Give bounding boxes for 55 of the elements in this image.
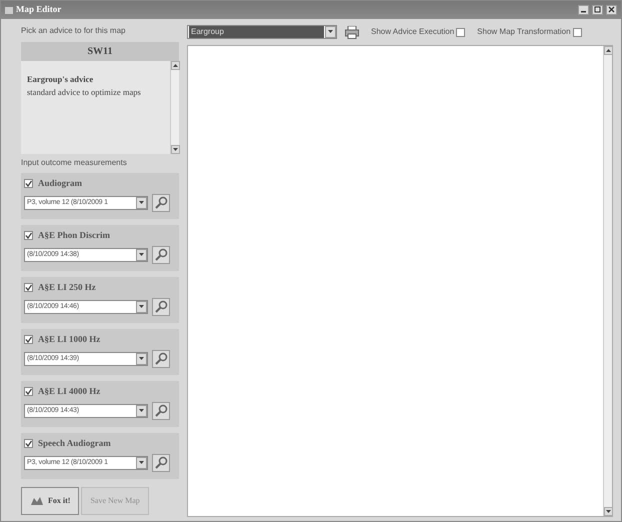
- checkmark-icon: [25, 336, 32, 344]
- checkmark-icon: [25, 388, 32, 396]
- measurement-name: A§E LI 1000 Hz: [38, 332, 100, 346]
- fix-button[interactable]: Fox it!: [21, 487, 80, 515]
- app-icon: [5, 6, 13, 14]
- measurement-name: A§E LI 250 Hz: [38, 280, 96, 294]
- search-button[interactable]: [152, 454, 170, 472]
- measurement-name: Speech Audiogram: [38, 436, 111, 450]
- caret-down-icon[interactable]: [138, 354, 145, 362]
- advice-header: SW11: [21, 42, 179, 61]
- checkbox[interactable]: [24, 178, 33, 188]
- maximize-button[interactable]: [592, 5, 603, 15]
- search-button[interactable]: [152, 246, 170, 264]
- option-label: Show Advice Execution: [371, 26, 454, 38]
- advice-label: Pick an advice to for this map: [21, 25, 126, 37]
- checkmark-icon: [25, 180, 32, 188]
- checkmark-icon: [25, 284, 32, 292]
- search-button[interactable]: [152, 402, 170, 420]
- caret-down-icon[interactable]: [138, 302, 145, 310]
- caret-down-icon[interactable]: [605, 508, 612, 515]
- checkbox[interactable]: [572, 28, 582, 36]
- scrollbar[interactable]: [170, 61, 179, 154]
- checkmark-icon: [25, 232, 32, 240]
- caret-down-icon[interactable]: [138, 250, 145, 258]
- checkbox[interactable]: [24, 438, 33, 448]
- advice-title: Eargroup's advice: [27, 73, 94, 86]
- caret-down-icon[interactable]: [138, 198, 145, 206]
- advice-description: standard advice to optimize maps: [27, 86, 142, 98]
- maximize-icon: [594, 6, 601, 13]
- measurement-name: A§E Phon Discrim: [38, 228, 110, 242]
- window-title: Map Editor: [16, 3, 62, 16]
- measurement-name: Audiogram: [38, 176, 82, 190]
- checkbox[interactable]: [456, 28, 466, 36]
- checkbox[interactable]: [24, 282, 33, 292]
- caret-down-icon[interactable]: [172, 146, 179, 153]
- checkbox[interactable]: [24, 334, 33, 344]
- caret-down-icon[interactable]: [138, 406, 145, 414]
- search-button[interactable]: [152, 350, 170, 368]
- scrollbar[interactable]: [603, 46, 612, 516]
- option-label: Show Map Transformation: [477, 26, 571, 38]
- checkmark-icon: [25, 440, 32, 448]
- search-button[interactable]: [152, 194, 170, 212]
- measurement-name: A§E LI 4000 Hz: [38, 384, 100, 398]
- group-dropdown[interactable]: Eargroup: [187, 25, 337, 39]
- checkbox[interactable]: [24, 386, 33, 396]
- close-icon: [608, 6, 615, 13]
- caret-down-icon[interactable]: [327, 28, 334, 35]
- caret-down-icon[interactable]: [138, 458, 145, 466]
- printer-icon[interactable]: [345, 26, 359, 38]
- measurements-label: Input outcome measurements: [21, 156, 128, 168]
- scroll-up-icon[interactable]: [605, 47, 612, 54]
- minimize-button[interactable]: [578, 5, 589, 15]
- close-button[interactable]: [606, 5, 617, 15]
- checkbox[interactable]: [24, 230, 33, 240]
- search-button[interactable]: [152, 298, 170, 316]
